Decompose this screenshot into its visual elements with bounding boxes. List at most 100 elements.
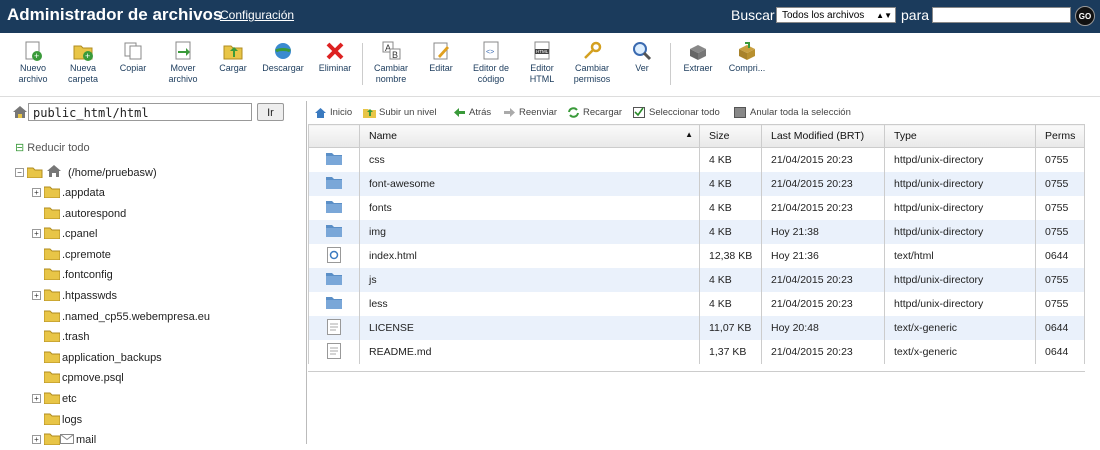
delete-button[interactable]: Eliminar: [310, 41, 360, 74]
dropdown-arrows-icon: ▲▼: [876, 11, 892, 20]
file-icon-cell[interactable]: [308, 172, 360, 196]
search-scope-select[interactable]: Todos los archivos ▲▼: [776, 7, 896, 23]
table-row[interactable]: font-awesome 4 KB 21/04/2015 20:23 httpd/un…: [308, 172, 1085, 196]
collapse-toggle-icon[interactable]: −: [15, 168, 24, 177]
deselect-all-button[interactable]: Anular toda la selección: [734, 107, 851, 118]
file-perms[interactable]: 0755: [1035, 147, 1085, 172]
svg-text:<>: <>: [486, 49, 494, 56]
file-icon-cell[interactable]: [308, 147, 360, 172]
size-column-header[interactable]: Size: [699, 124, 762, 148]
search-input[interactable]: [932, 7, 1071, 23]
file-perms[interactable]: 0755: [1035, 292, 1085, 316]
new-file-button[interactable]: + Nuevo archivo: [8, 41, 58, 85]
extract-button[interactable]: Extraer: [673, 41, 723, 74]
table-row[interactable]: less 4 KB 21/04/2015 20:23 httpd/unix-direc…: [308, 292, 1085, 316]
file-icon-cell[interactable]: [308, 292, 360, 316]
name-column-header[interactable]: Name ▲: [359, 124, 700, 148]
file-name[interactable]: img: [359, 220, 700, 244]
reload-button[interactable]: Recargar: [567, 107, 622, 118]
type-column-header[interactable]: Type: [884, 124, 1036, 148]
expand-toggle-icon[interactable]: +: [32, 188, 41, 197]
file-name[interactable]: fonts: [359, 196, 700, 220]
settings-link[interactable]: Configuración: [220, 8, 294, 22]
deselect-all-label: Anular toda la selección: [750, 107, 851, 119]
download-button[interactable]: Descargar: [258, 41, 308, 74]
expand-toggle-icon[interactable]: +: [32, 435, 41, 445]
file-icon-cell[interactable]: [308, 196, 360, 220]
file-perms[interactable]: 0755: [1035, 268, 1085, 292]
key-icon: [581, 41, 603, 61]
file-perms[interactable]: 0755: [1035, 196, 1085, 220]
file-icon-cell[interactable]: [308, 340, 360, 364]
file-icon-cell[interactable]: [308, 220, 360, 244]
path-input[interactable]: public_html/html: [28, 103, 252, 121]
pane-divider[interactable]: [306, 101, 307, 444]
table-row[interactable]: css 4 KB 21/04/2015 20:23 httpd/unix-direct…: [308, 147, 1085, 172]
file-name[interactable]: less: [359, 292, 700, 316]
file-size: 4 KB: [699, 292, 762, 316]
change-permissions-button[interactable]: Cambiar permisos: [567, 41, 617, 85]
file-perms[interactable]: 0644: [1035, 316, 1085, 340]
rename-button[interactable]: AB Cambiar nombre: [366, 41, 416, 85]
go-path-button[interactable]: Ir: [257, 103, 284, 121]
file-name[interactable]: js: [359, 268, 700, 292]
code-editor-button[interactable]: <> Editor de código: [466, 41, 516, 85]
expand-toggle-icon[interactable]: +: [32, 291, 41, 300]
select-all-button[interactable]: Seleccionar todo: [633, 107, 720, 118]
table-row[interactable]: index.html 12,38 KB Hoy 21:36 text/html 0644: [308, 244, 1085, 268]
file-size: 4 KB: [699, 147, 762, 172]
file-modified: Hoy 21:36: [761, 244, 885, 268]
upload-button[interactable]: Cargar: [208, 41, 258, 74]
toolbar-separator: [362, 43, 363, 85]
back-arrow-icon: [453, 107, 466, 118]
folder-icon: [43, 207, 61, 220]
collapse-all-link[interactable]: ⊟ Reducir todo: [15, 141, 90, 154]
file-name[interactable]: index.html: [359, 244, 700, 268]
perms-column-header[interactable]: Perms: [1035, 124, 1085, 148]
folder-icon: [43, 248, 61, 261]
folder-icon: [43, 268, 61, 281]
new-folder-button[interactable]: + Nueva carpeta: [58, 41, 108, 85]
file-icon-cell[interactable]: [308, 244, 360, 268]
view-button[interactable]: Ver: [617, 41, 667, 74]
html-editor-button[interactable]: HTML Editor HTML: [517, 41, 567, 85]
table-row[interactable]: fonts 4 KB 21/04/2015 20:23 httpd/unix-dire…: [308, 196, 1085, 220]
edit-button[interactable]: Editar: [416, 41, 466, 74]
folder-icon: [326, 201, 342, 216]
table-row[interactable]: README.md 1,37 KB 21/04/2015 20:23 text/x-g…: [308, 340, 1085, 364]
file-modified: Hoy 20:48: [761, 316, 885, 340]
file-perms[interactable]: 0755: [1035, 220, 1085, 244]
file-perms[interactable]: 0755: [1035, 172, 1085, 196]
file-icon-cell[interactable]: [308, 268, 360, 292]
tree-item-label: application_backups: [62, 351, 162, 364]
compress-button[interactable]: Compri...: [722, 41, 772, 74]
file-perms[interactable]: 0644: [1035, 244, 1085, 268]
collapse-all-label: Reducir todo: [27, 142, 90, 154]
table-row[interactable]: LICENSE 11,07 KB Hoy 20:48 text/x-generic 06…: [308, 316, 1085, 340]
copy-button[interactable]: Copiar: [108, 41, 158, 74]
back-button[interactable]: Atrás: [453, 107, 491, 118]
modified-column-header[interactable]: Last Modified (BRT): [761, 124, 885, 148]
file-perms[interactable]: 0644: [1035, 340, 1085, 364]
new-file-icon: +: [22, 41, 44, 61]
home-button[interactable]: Inicio: [314, 107, 352, 118]
folder-icon: [43, 289, 61, 302]
file-name[interactable]: css: [359, 147, 700, 172]
move-file-button[interactable]: Mover archivo: [158, 41, 208, 85]
table-row[interactable]: js 4 KB 21/04/2015 20:23 httpd/unix-directo…: [308, 268, 1085, 292]
up-one-level-button[interactable]: Subir un nivel: [363, 107, 437, 118]
go-button[interactable]: GO: [1075, 6, 1095, 26]
file-modified: Hoy 21:38: [761, 220, 885, 244]
forward-button[interactable]: Reenviar: [503, 107, 557, 118]
file-name[interactable]: README.md: [359, 340, 700, 364]
expand-toggle-icon[interactable]: +: [32, 229, 41, 239]
expand-toggle-icon[interactable]: +: [32, 394, 41, 403]
file-name[interactable]: LICENSE: [359, 316, 700, 340]
table-row[interactable]: img 4 KB Hoy 21:38 httpd/unix-directory 0755: [308, 220, 1085, 244]
rename-icon: AB: [380, 41, 402, 61]
file-size: 1,37 KB: [699, 340, 762, 364]
folder-icon: [326, 177, 342, 192]
file-name[interactable]: font-awesome: [359, 172, 700, 196]
file-modified: 21/04/2015 20:23: [761, 268, 885, 292]
file-icon-cell[interactable]: [308, 316, 360, 340]
